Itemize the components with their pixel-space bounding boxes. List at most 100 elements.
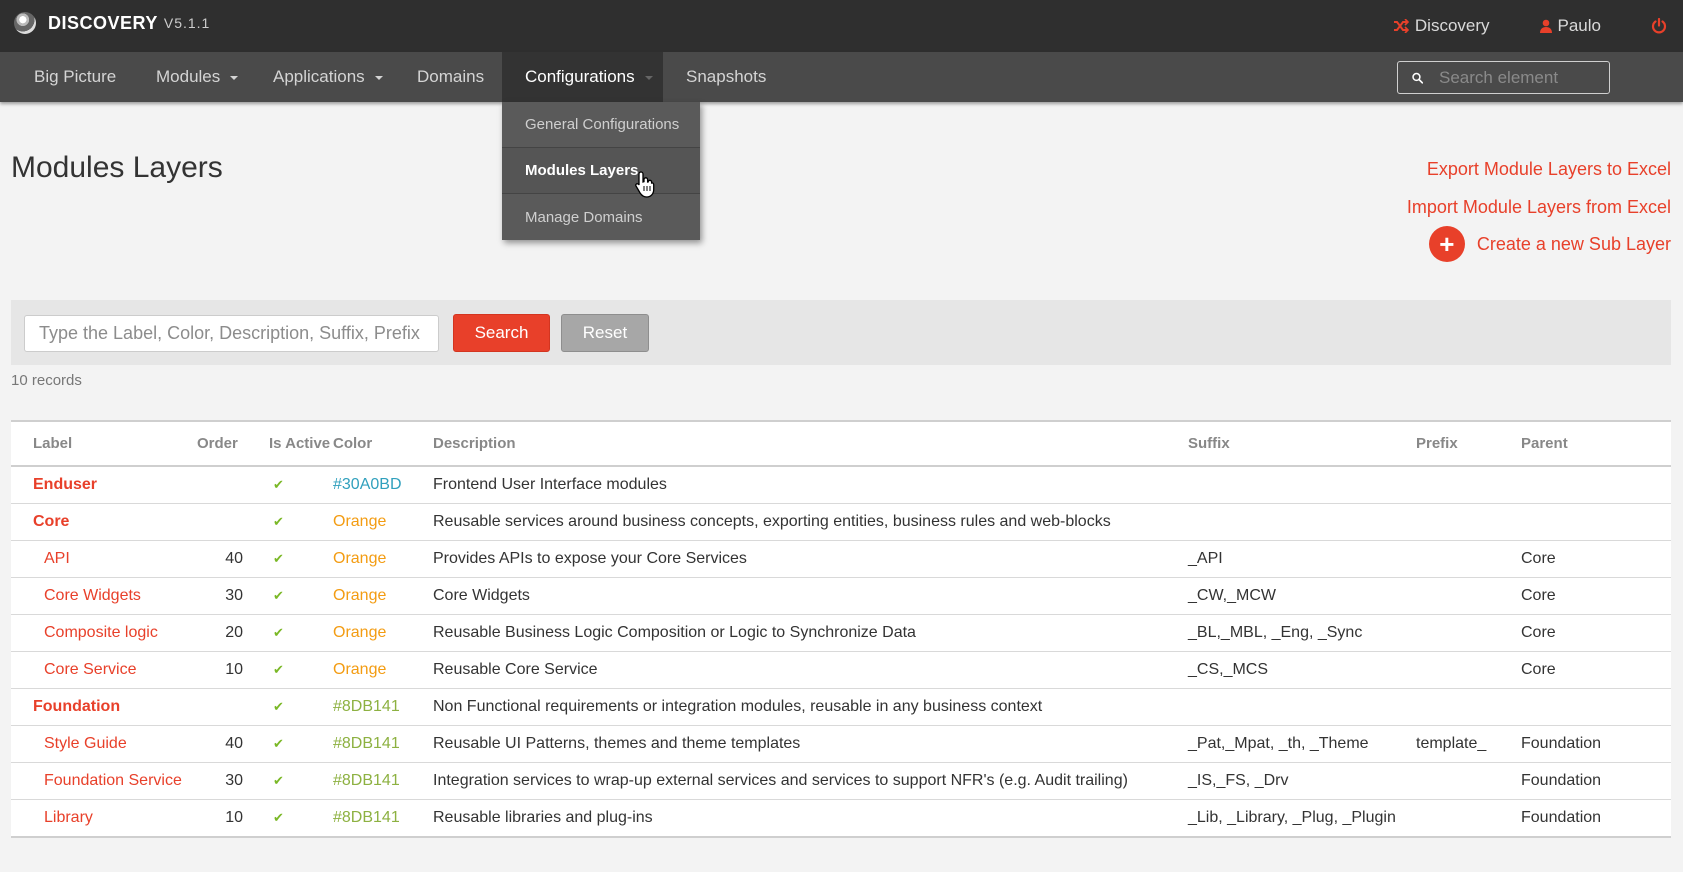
search-button[interactable]: Search	[453, 314, 550, 352]
layer-label-link[interactable]: Style Guide	[33, 735, 127, 752]
cell-suffix: _IS,_FS, _Drv	[1188, 762, 1416, 800]
brand[interactable]: DISCOVERY V5.1.1	[14, 12, 210, 34]
col-label[interactable]: Label	[11, 422, 189, 467]
cell-color: Orange	[333, 614, 433, 652]
menu-item-manage-domains[interactable]: Manage Domains	[502, 194, 700, 240]
page-actions: Export Module Layers to Excel Import Mod…	[1407, 158, 1671, 262]
cell-is-active: ✔	[245, 762, 333, 800]
cell-parent	[1521, 688, 1671, 726]
cell-description: Core Widgets	[433, 577, 1188, 615]
menu-item-general-configurations[interactable]: General Configurations	[502, 102, 700, 148]
cell-color: #30A0BD	[333, 466, 433, 504]
logout-button[interactable]	[1651, 18, 1667, 34]
top-right-links: Discovery Paulo	[1393, 0, 1683, 52]
col-parent[interactable]: Parent	[1521, 422, 1671, 467]
cell-prefix	[1416, 466, 1521, 504]
layer-label-link[interactable]: Foundation	[33, 698, 120, 715]
cell-label: Enduser	[11, 466, 189, 504]
cell-suffix: _API	[1188, 540, 1416, 578]
nav-modules[interactable]: Modules	[156, 52, 239, 102]
layer-label-link[interactable]: API	[33, 550, 70, 567]
cell-is-active: ✔	[245, 577, 333, 615]
nav-configurations[interactable]: Configurations	[502, 52, 663, 102]
user-menu[interactable]: Paulo	[1539, 16, 1601, 36]
nav-domains[interactable]: Domains	[417, 52, 484, 102]
nav-applications[interactable]: Applications	[273, 52, 383, 102]
table-row: Foundation Service 30 ✔ #8DB141 Integration …	[11, 762, 1671, 800]
cell-order	[189, 466, 245, 504]
element-search[interactable]	[1397, 61, 1610, 94]
hand-cursor-icon	[635, 171, 655, 198]
discovery-link-label: Discovery	[1414, 16, 1490, 35]
filter-input[interactable]	[24, 315, 439, 352]
table-row: Core Service 10 ✔ Orange Reusable Core Servi…	[11, 651, 1671, 689]
menu-item-modules-layers[interactable]: Modules Layers	[502, 148, 700, 194]
cell-suffix: _CS,_MCS	[1188, 651, 1416, 689]
nav-label: Modules	[156, 67, 221, 86]
cell-color: Orange	[333, 651, 433, 689]
brand-version: V5.1.1	[163, 15, 211, 31]
nav-label: Configurations	[525, 67, 635, 86]
check-icon: ✔	[273, 476, 284, 492]
table-row: Core Widgets 30 ✔ Orange Core Widgets _CW,_MC…	[11, 577, 1671, 615]
cell-description: Provides APIs to expose your Core Servic…	[433, 540, 1188, 578]
cell-color: Orange	[333, 503, 433, 541]
layer-label-link[interactable]: Core	[33, 513, 69, 530]
cell-prefix: template_	[1416, 725, 1521, 763]
cell-parent	[1521, 466, 1671, 504]
cell-label: Composite logic	[11, 614, 189, 652]
nav-big-picture[interactable]: Big Picture	[34, 52, 116, 102]
caret-down-icon	[644, 76, 653, 80]
cell-is-active: ✔	[245, 614, 333, 652]
layer-label-link[interactable]: Composite logic	[33, 624, 158, 641]
layer-label-link[interactable]: Library	[33, 809, 93, 826]
col-prefix[interactable]: Prefix	[1416, 422, 1521, 467]
layer-label-link[interactable]: Enduser	[33, 476, 97, 493]
create-sub-layer-link[interactable]: + Create a new Sub Layer	[1407, 226, 1671, 262]
nav-snapshots[interactable]: Snapshots	[686, 52, 766, 102]
cell-color: Orange	[333, 577, 433, 615]
cell-label: Foundation	[11, 688, 189, 726]
cell-is-active: ✔	[245, 540, 333, 578]
cell-is-active: ✔	[245, 799, 333, 836]
cell-is-active: ✔	[245, 725, 333, 763]
export-excel-link[interactable]: Export Module Layers to Excel	[1407, 158, 1671, 196]
check-icon: ✔	[273, 809, 284, 825]
col-suffix[interactable]: Suffix	[1188, 422, 1416, 467]
cell-suffix	[1188, 466, 1416, 504]
cell-order: 30	[189, 577, 245, 615]
cell-suffix: _BL,_MBL, _Eng, _Sync	[1188, 614, 1416, 652]
power-icon	[1651, 18, 1667, 34]
discovery-link[interactable]: Discovery	[1393, 16, 1490, 36]
cell-parent: Core	[1521, 577, 1671, 615]
shuffle-icon	[1393, 19, 1409, 33]
reset-button[interactable]: Reset	[561, 314, 649, 352]
cell-order: 40	[189, 540, 245, 578]
element-search-input[interactable]	[1439, 67, 1609, 88]
cell-parent: Foundation	[1521, 762, 1671, 800]
layer-label-link[interactable]: Foundation Service	[33, 772, 182, 789]
cell-parent: Core	[1521, 651, 1671, 689]
cell-parent: Core	[1521, 614, 1671, 652]
user-icon	[1539, 19, 1552, 33]
cell-color: #8DB141	[333, 725, 433, 763]
plus-circle-icon: +	[1428, 226, 1465, 262]
cell-order	[189, 688, 245, 726]
cell-label: Core Widgets	[11, 577, 189, 615]
records-count: 10 records	[11, 372, 82, 389]
layer-label-link[interactable]: Core Widgets	[33, 587, 141, 604]
nav-label: Applications	[273, 67, 365, 86]
col-order[interactable]: Order	[189, 422, 245, 467]
col-is-active[interactable]: Is Active	[245, 422, 333, 467]
cell-suffix: _Pat,_Mpat, _th, _Theme	[1188, 725, 1416, 763]
nav-label: Domains	[417, 67, 485, 86]
cell-order: 30	[189, 762, 245, 800]
col-color[interactable]: Color	[333, 422, 433, 467]
check-icon: ✔	[273, 772, 284, 788]
layer-label-link[interactable]: Core Service	[33, 661, 136, 678]
caret-down-icon	[374, 76, 383, 80]
check-icon: ✔	[273, 698, 284, 714]
col-description[interactable]: Description	[433, 422, 1188, 467]
nav-label: Snapshots	[686, 67, 767, 86]
cell-suffix: _CW,_MCW	[1188, 577, 1416, 615]
